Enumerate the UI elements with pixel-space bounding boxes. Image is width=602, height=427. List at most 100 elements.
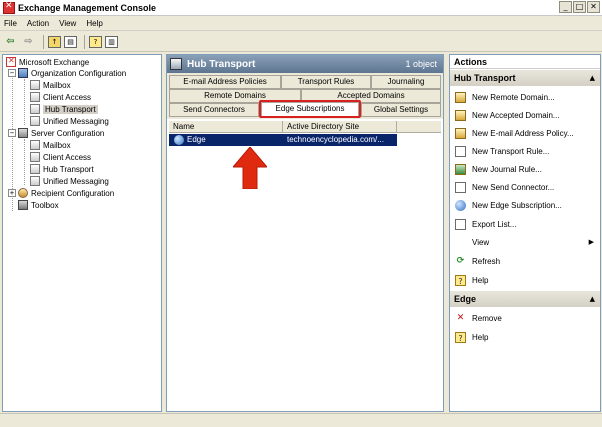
exchange-app-icon: [3, 1, 15, 14]
action-new-send-connector[interactable]: New Send Connector...: [450, 180, 600, 194]
hub-transport-header-icon: [170, 58, 182, 70]
toolbox-icon: [18, 200, 28, 210]
action-new-email-address-policy[interactable]: New E-mail Address Policy...: [450, 126, 600, 140]
action-label: New Edge Subscription...: [472, 200, 562, 210]
tree-item-server-configuration[interactable]: Server Configuration: [18, 127, 104, 139]
action-new-transport-rule[interactable]: New Transport Rule...: [450, 144, 600, 158]
new-transport-rule-icon: [455, 145, 466, 157]
view-icon: [455, 237, 466, 248]
collapse-org-config-toggle[interactable]: −: [8, 69, 16, 77]
forward-arrow-icon[interactable]: ⇨: [21, 35, 36, 49]
actions-section-edge[interactable]: Edge ▲: [450, 291, 600, 307]
console-tree: Microsoft Exchange − Organization Config…: [2, 54, 162, 412]
tree-line: [24, 139, 25, 185]
toolbar-separator: [43, 34, 44, 49]
tree-line: [24, 79, 25, 125]
maximize-button[interactable]: □: [573, 1, 586, 13]
tree-item-organization-configuration[interactable]: Organization Configuration: [18, 67, 126, 79]
tree-item-org-unified-messaging[interactable]: Unified Messaging: [30, 115, 109, 127]
grid-header: Name Active Directory Site: [169, 121, 441, 133]
action-new-remote-domain[interactable]: New Remote Domain...: [450, 90, 600, 104]
status-bar: [0, 413, 602, 427]
action-label: View: [472, 237, 490, 247]
tree-item-org-client-access[interactable]: Client Access: [30, 91, 91, 103]
window-controls: _ □ ✕: [559, 1, 600, 13]
tree-item-org-hub-transport[interactable]: Hub Transport: [30, 103, 98, 115]
object-count: 1 object: [405, 59, 437, 69]
show-hide-action-pane-icon[interactable]: ▥: [105, 35, 118, 48]
action-label: New Send Connector...: [472, 182, 555, 192]
export-list-icon: [455, 218, 466, 230]
result-pane-title: Hub Transport: [187, 58, 256, 70]
hub-transport-icon: [30, 104, 40, 114]
expand-recipient-config-toggle[interactable]: +: [8, 189, 16, 197]
exchange-icon: [6, 56, 16, 67]
tree-item-server-client-access[interactable]: Client Access: [30, 151, 91, 163]
column-header-ad-site[interactable]: Active Directory Site: [283, 121, 397, 133]
unified-messaging-icon: [30, 176, 40, 186]
collapse-caret-icon[interactable]: ▲: [590, 291, 595, 307]
new-journal-rule-icon: [455, 163, 466, 175]
result-pane-header: Hub Transport 1 object: [167, 55, 443, 73]
tab-send-connectors[interactable]: Send Connectors: [169, 103, 259, 117]
help-icon[interactable]: ?: [89, 35, 102, 48]
menu-view[interactable]: View: [59, 19, 76, 28]
toolbar: ⇦ ⇨ ↑ ▤ ? ▥: [0, 32, 602, 52]
menu-help[interactable]: Help: [86, 19, 102, 28]
close-button[interactable]: ✕: [587, 1, 600, 13]
action-new-journal-rule[interactable]: New Journal Rule...: [450, 162, 600, 176]
tree-item-org-mailbox[interactable]: Mailbox: [30, 79, 71, 91]
action-export-list[interactable]: Export List...: [450, 217, 600, 231]
table-row[interactable]: Edge technoencyclopedia.com/...: [169, 134, 397, 146]
action-edge-help[interactable]: ? Help: [450, 330, 600, 344]
remove-icon: ✕: [456, 312, 465, 323]
submenu-arrow-icon: ▶: [588, 238, 594, 246]
new-email-policy-icon: [455, 127, 466, 139]
tree-item-server-unified-messaging[interactable]: Unified Messaging: [30, 175, 109, 187]
tab-email-address-policies[interactable]: E-mail Address Policies: [169, 75, 281, 89]
help-icon: ?: [455, 331, 466, 343]
new-accepted-domain-icon: [455, 109, 466, 121]
action-label: New Journal Rule...: [472, 164, 542, 174]
action-new-accepted-domain[interactable]: New Accepted Domain...: [450, 108, 600, 122]
action-label: New Remote Domain...: [472, 92, 555, 102]
actions-section-hub-transport[interactable]: Hub Transport ▲: [450, 70, 600, 86]
action-new-edge-subscription[interactable]: New Edge Subscription...: [450, 198, 600, 212]
action-help[interactable]: ? Help: [450, 273, 600, 287]
show-hide-tree-icon[interactable]: ▤: [64, 35, 77, 48]
tree-item-server-mailbox[interactable]: Mailbox: [30, 139, 71, 151]
organization-icon: [18, 68, 28, 78]
hub-transport-icon: [30, 164, 40, 174]
menu-action[interactable]: Action: [27, 19, 49, 28]
server-icon: [18, 128, 28, 138]
tab-journaling[interactable]: Journaling: [371, 75, 441, 89]
action-refresh[interactable]: ⟳ Refresh: [450, 254, 600, 268]
tab-transport-rules[interactable]: Transport Rules: [281, 75, 371, 89]
menu-file[interactable]: File: [4, 19, 17, 28]
mailbox-icon: [30, 140, 40, 150]
tree-item-toolbox[interactable]: Toolbox: [18, 199, 59, 211]
tab-global-settings[interactable]: Global Settings: [361, 103, 441, 117]
action-label: Remove: [472, 313, 502, 323]
row-site: technoencyclopedia.com/...: [287, 135, 384, 144]
up-folder-icon[interactable]: ↑: [48, 35, 61, 48]
refresh-icon: ⟳: [456, 255, 465, 266]
collapse-caret-icon[interactable]: ▲: [590, 70, 595, 86]
back-arrow-icon[interactable]: ⇦: [3, 35, 18, 49]
action-view[interactable]: View ▶: [450, 235, 600, 249]
new-send-connector-icon: [455, 181, 466, 193]
mailbox-icon: [30, 80, 40, 90]
new-edge-subscription-icon: [455, 199, 466, 211]
recipient-icon: [18, 188, 28, 198]
actions-title: Actions: [450, 55, 600, 69]
minimize-button[interactable]: _: [559, 1, 572, 13]
tree-item-server-hub-transport[interactable]: Hub Transport: [30, 163, 94, 175]
tree-item-recipient-configuration[interactable]: Recipient Configuration: [18, 187, 114, 199]
row-name: Edge: [187, 135, 206, 144]
collapse-server-config-toggle[interactable]: −: [8, 129, 16, 137]
actions-pane: Actions Hub Transport ▲ New Remote Domai…: [449, 54, 601, 412]
action-label: New Transport Rule...: [472, 146, 550, 156]
action-label: Refresh: [472, 256, 501, 266]
action-remove[interactable]: ✕ Remove: [450, 311, 600, 325]
column-header-name[interactable]: Name: [169, 121, 283, 133]
